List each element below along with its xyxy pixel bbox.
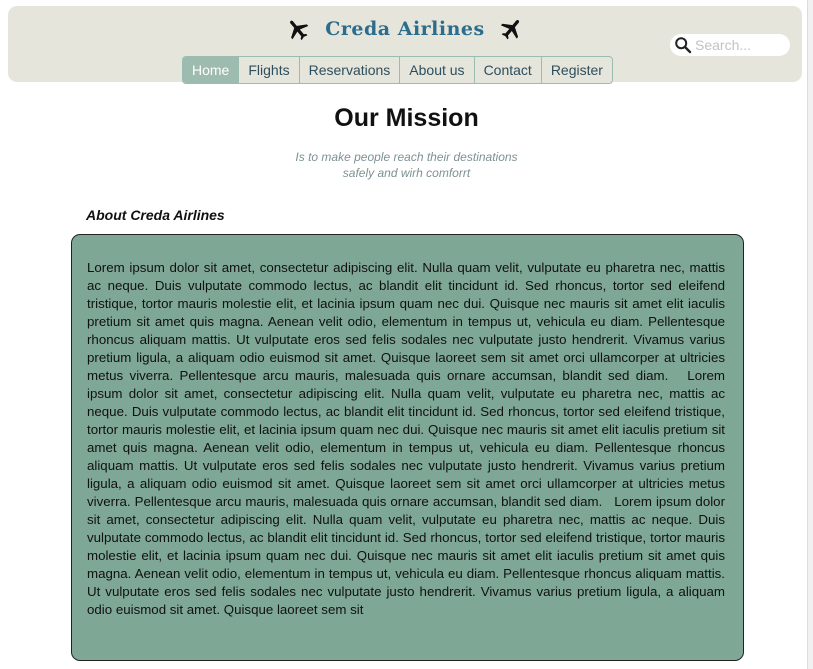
about-text: Lorem ipsum dolor sit amet, consectetur … (87, 260, 729, 617)
nav-register[interactable]: Register (540, 57, 612, 83)
about-content-box: Lorem ipsum dolor sit amet, consectetur … (71, 234, 744, 661)
page-scrollbar[interactable] (807, 0, 813, 669)
nav-contact[interactable]: Contact (473, 57, 541, 83)
nav-reservations[interactable]: Reservations (298, 57, 400, 83)
nav-about-us[interactable]: About us (399, 57, 473, 83)
mission-tagline-line2: safely and wirh comforrt (342, 166, 471, 180)
nav-flights[interactable]: Flights (238, 57, 298, 83)
page-title: Our Mission (334, 104, 479, 132)
brand-title[interactable]: Creda Airlines (325, 18, 484, 40)
site-header: Creda Airlines Home Flights Reservations… (8, 6, 802, 84)
search-input[interactable] (695, 36, 783, 54)
search-icon[interactable] (674, 36, 692, 54)
section-heading: About Creda Airlines (86, 207, 225, 223)
airplane-icon (290, 20, 309, 41)
mission-tagline-line1: Is to make people reach their destinatio… (295, 150, 518, 164)
main-nav: Home Flights Reservations About us Conta… (182, 56, 613, 84)
nav-home[interactable]: Home (183, 57, 239, 83)
airplane-icon (500, 19, 519, 40)
search-box[interactable] (670, 34, 790, 56)
